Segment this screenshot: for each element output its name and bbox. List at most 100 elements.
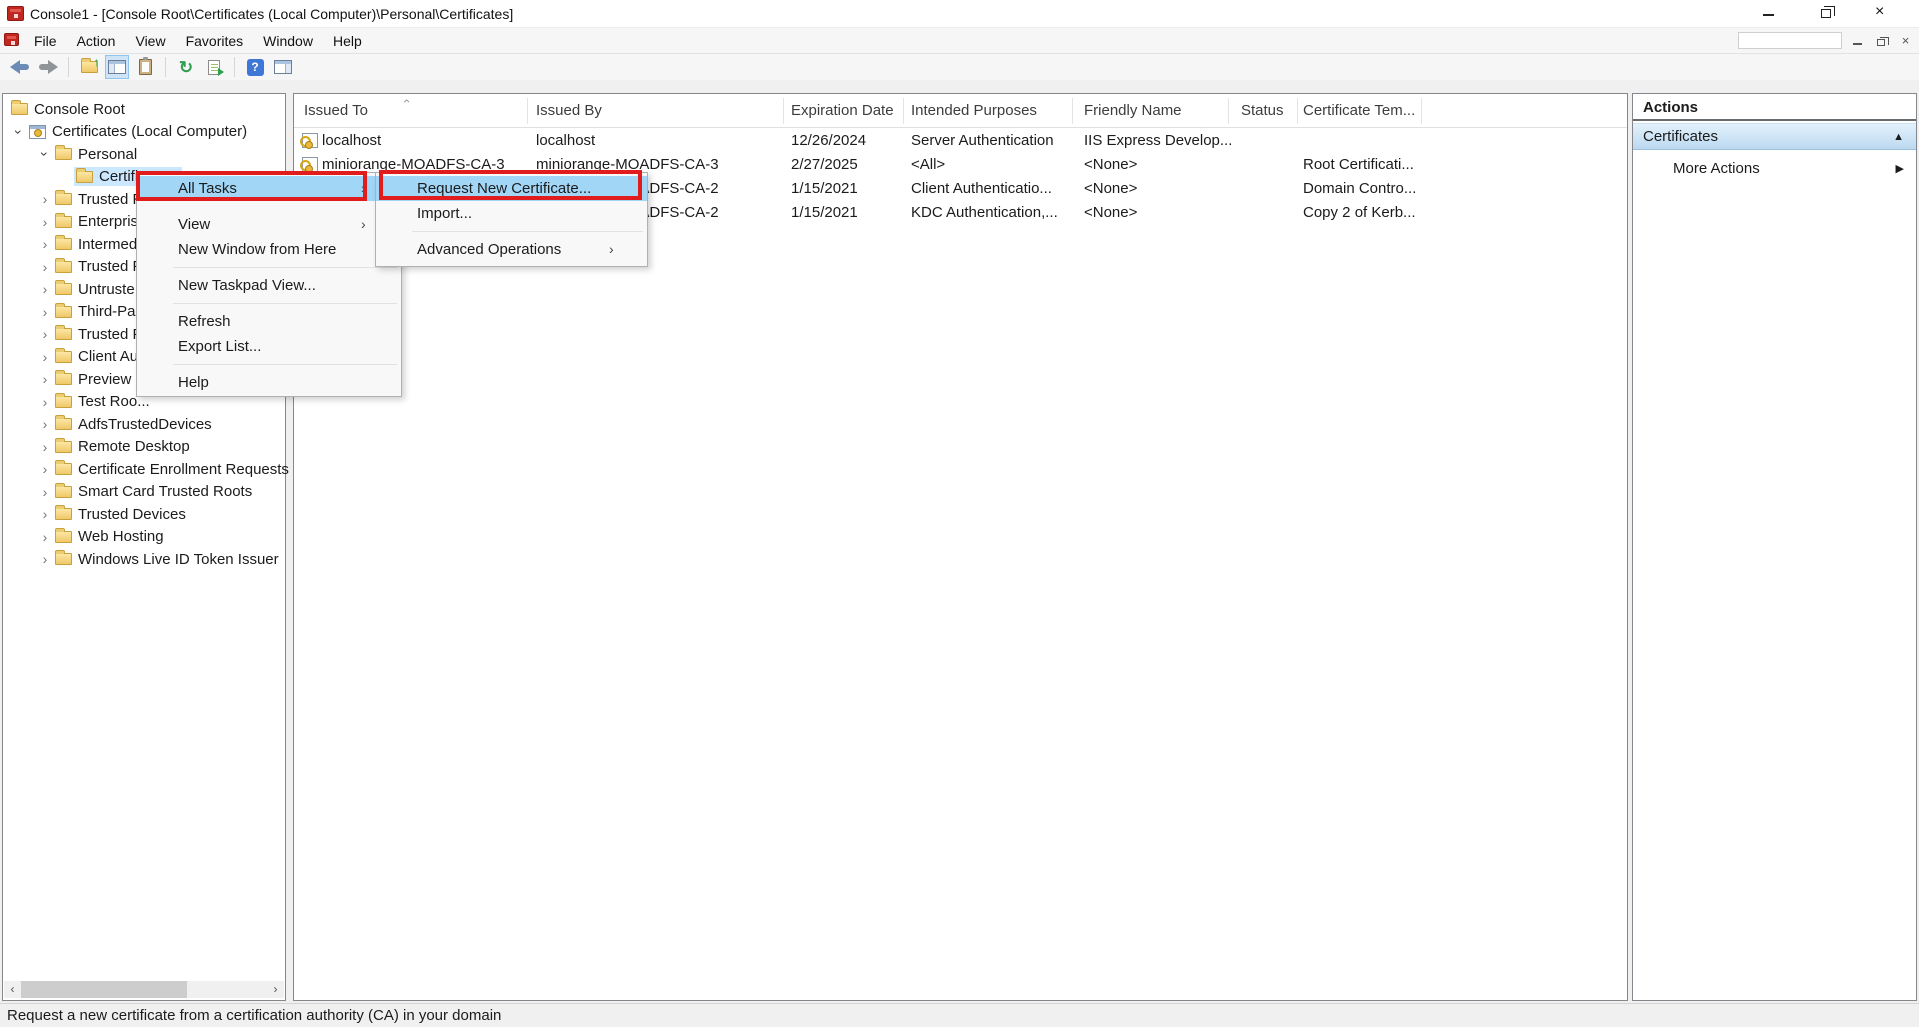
- tree-node-content: Certificate Enrollment Requests: [55, 461, 289, 478]
- minimize-button[interactable]: [1739, 0, 1797, 28]
- cell-certificate-tem: Domain Contro...: [1303, 177, 1416, 201]
- expand-icon[interactable]: ›: [37, 529, 53, 545]
- tree-item-label: Certificate Enrollment Requests: [78, 461, 289, 478]
- menu-window[interactable]: Window: [253, 28, 323, 54]
- expand-icon[interactable]: ›: [37, 371, 53, 387]
- expand-icon[interactable]: ›: [37, 281, 53, 297]
- menu-item-refresh[interactable]: Refresh: [137, 309, 401, 334]
- restore-button[interactable]: [1797, 0, 1855, 28]
- tree-item-remote-desktop[interactable]: ›Remote Desktop: [3, 436, 285, 459]
- export-list-icon[interactable]: [202, 55, 226, 79]
- column-header-friendly-name[interactable]: Friendly Name: [1084, 94, 1182, 128]
- column-separator[interactable]: [783, 98, 784, 124]
- column-header-intended-purposes[interactable]: Intended Purposes: [911, 94, 1037, 128]
- column-separator[interactable]: [527, 98, 528, 124]
- certificate-row[interactable]: localhostlocalhost12/26/2024Server Authe…: [294, 129, 1627, 153]
- column-separator[interactable]: [1228, 98, 1229, 124]
- clipboard-icon[interactable]: [133, 55, 157, 79]
- show-actions-pane-icon[interactable]: [271, 55, 295, 79]
- scroll-right-icon[interactable]: ›: [267, 981, 284, 998]
- menu-item-help[interactable]: Help: [137, 370, 401, 395]
- expand-icon[interactable]: ›: [37, 461, 53, 477]
- column-separator[interactable]: [1072, 98, 1073, 124]
- expand-icon[interactable]: ›: [37, 236, 53, 252]
- expand-icon[interactable]: ›: [37, 349, 53, 365]
- child-close-button[interactable]: ×: [1894, 32, 1917, 50]
- tree-item-adfstrusteddevices[interactable]: ›AdfsTrustedDevices: [3, 413, 285, 436]
- tree-item-label: Untruste: [78, 281, 135, 298]
- expand-icon[interactable]: ›: [37, 506, 53, 522]
- folder-icon: [55, 283, 72, 295]
- menubar-items: FileActionViewFavoritesWindowHelp: [24, 28, 372, 54]
- show-console-tree-icon[interactable]: [105, 55, 129, 79]
- column-header-certificate-tem[interactable]: Certificate Tem...: [1303, 94, 1415, 128]
- refresh-icon[interactable]: ↻: [174, 55, 198, 79]
- annotation-box-request-new-certificate: [379, 170, 642, 200]
- collapse-icon[interactable]: ›: [37, 146, 53, 162]
- tree-item-web-hosting[interactable]: ›Web Hosting: [3, 526, 285, 549]
- menu-item-import[interactable]: Import...: [376, 201, 647, 226]
- menu-item-export-list[interactable]: Export List...: [137, 334, 401, 359]
- cell-intended-purposes: Server Authentication: [911, 129, 1054, 153]
- scroll-left-icon[interactable]: ‹: [4, 981, 21, 998]
- tree-item-smart-card-trusted-roots[interactable]: ›Smart Card Trusted Roots: [3, 481, 285, 504]
- expand-icon[interactable]: ›: [37, 394, 53, 410]
- menu-favorites[interactable]: Favorites: [176, 28, 254, 54]
- expand-icon[interactable]: ›: [37, 304, 53, 320]
- tree-item-label: Intermed: [78, 236, 137, 253]
- column-header-expiration-date[interactable]: Expiration Date: [791, 94, 894, 128]
- tree-item-trusted-devices[interactable]: ›Trusted Devices: [3, 503, 285, 526]
- context-menu: All Tasks›View›New Window from HereNew T…: [136, 172, 402, 397]
- column-header-issued-by[interactable]: Issued By: [536, 94, 602, 128]
- folder-icon: [55, 216, 72, 228]
- tree-item-certificate-enrollment-requests[interactable]: ›Certificate Enrollment Requests: [3, 458, 285, 481]
- tree-node-content: Intermed: [55, 236, 137, 253]
- menu-item-new-taskpad-view[interactable]: New Taskpad View...: [137, 273, 401, 298]
- menu-view[interactable]: View: [125, 28, 175, 54]
- forward-icon[interactable]: [36, 55, 60, 79]
- column-separator[interactable]: [903, 98, 904, 124]
- child-minimize-button[interactable]: [1846, 32, 1869, 50]
- tree-item-console-root[interactable]: Console Root: [3, 98, 285, 121]
- expand-icon[interactable]: ›: [37, 416, 53, 432]
- expand-icon[interactable]: ›: [37, 259, 53, 275]
- menu-action[interactable]: Action: [67, 28, 126, 54]
- menu-file[interactable]: File: [24, 28, 67, 54]
- tree-item-windows-live-id-token-issuer[interactable]: ›Windows Live ID Token Issuer: [3, 548, 285, 571]
- menu-item-label: Refresh: [178, 313, 231, 330]
- tree-node-content: Trusted P: [55, 326, 142, 343]
- expand-icon[interactable]: ›: [37, 191, 53, 207]
- more-actions-item[interactable]: More Actions ▶: [1633, 156, 1916, 182]
- tree-item-certificates-local-computer[interactable]: ›Certificates (Local Computer): [3, 121, 285, 144]
- menu-item-advanced-operations[interactable]: Advanced Operations›: [376, 237, 647, 262]
- tree-horizontal-scrollbar[interactable]: ‹ ›: [4, 981, 284, 998]
- tree-node-content: Trusted Devices: [55, 506, 186, 523]
- help-icon[interactable]: ?: [243, 55, 267, 79]
- up-one-level-icon[interactable]: ↑: [77, 55, 101, 79]
- menu-item-new-window-from-here[interactable]: New Window from Here: [137, 237, 401, 262]
- column-header-issued-to[interactable]: Issued To: [304, 94, 368, 128]
- collapse-group-icon[interactable]: ▲: [1893, 124, 1904, 150]
- tree-item-personal[interactable]: ›Personal: [3, 143, 285, 166]
- column-separator[interactable]: [1421, 98, 1422, 124]
- expand-icon[interactable]: ›: [37, 439, 53, 455]
- close-button[interactable]: ×: [1855, 0, 1913, 28]
- expand-icon[interactable]: ›: [37, 214, 53, 230]
- scrollbar-thumb[interactable]: [21, 981, 187, 998]
- menu-item-view[interactable]: View›: [137, 212, 401, 237]
- collapse-icon[interactable]: ›: [11, 124, 27, 140]
- column-header-status[interactable]: Status: [1241, 94, 1284, 128]
- expand-icon[interactable]: ›: [37, 326, 53, 342]
- column-separator[interactable]: [1297, 98, 1298, 124]
- child-restore-button[interactable]: [1870, 32, 1893, 50]
- tree-node-content: Certificates (Local Computer): [29, 123, 247, 140]
- cell-issued-by: localhost: [536, 129, 595, 153]
- actions-group-certificates[interactable]: Certificates ▲: [1633, 123, 1916, 150]
- cell-certificate-tem: Copy 2 of Kerb...: [1303, 201, 1416, 225]
- expand-icon[interactable]: ›: [37, 484, 53, 500]
- menu-help[interactable]: Help: [323, 28, 372, 54]
- expand-icon[interactable]: ›: [37, 551, 53, 567]
- back-icon[interactable]: [8, 55, 32, 79]
- more-actions-label: More Actions: [1673, 160, 1760, 177]
- cell-expiration-date: 1/15/2021: [791, 201, 858, 225]
